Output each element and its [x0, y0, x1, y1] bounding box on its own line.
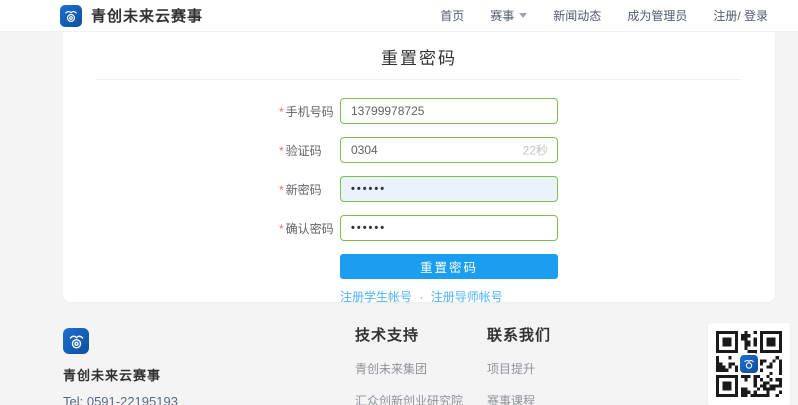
- form-row-phone: *手机号码: [279, 98, 775, 124]
- footer-contact-link-2[interactable]: 赛事课程: [487, 392, 551, 405]
- footer-contact-title: 联系我们: [487, 324, 551, 345]
- phone-label: *手机号码: [279, 103, 340, 120]
- form-row-captcha: *验证码 22秒: [279, 137, 775, 163]
- footer: 青创未来云赛事 Tel: 0591-22195193 技术支持 青创未来集团 汇…: [0, 302, 798, 405]
- brand-name: 青创未来云赛事: [91, 5, 203, 26]
- nav-become-admin[interactable]: 成为管理员: [627, 7, 687, 24]
- captcha-label: *验证码: [279, 142, 340, 159]
- footer-brand: 青创未来云赛事 Tel: 0591-22195193: [63, 328, 178, 405]
- nav-register-login[interactable]: 注册/ 登录: [713, 7, 768, 24]
- confirm-password-label: *确认密码: [279, 220, 340, 237]
- form-row-new-password: *新密码: [279, 176, 775, 202]
- top-nav-bar: 青创未来云赛事 首页 赛事 新闻动态 成为管理员 注册/ 登录: [0, 0, 798, 32]
- reset-password-card: 重置密码 *手机号码 *验证码 22秒 *新密码 *确认密码: [63, 32, 775, 302]
- main-nav: 首页 赛事 新闻动态 成为管理员 注册/ 登录: [440, 7, 768, 24]
- page-title: 重置密码: [63, 32, 775, 69]
- footer-contact-link-1[interactable]: 项目提升: [487, 360, 551, 377]
- footer-support-title: 技术支持: [355, 324, 463, 345]
- new-password-input[interactable]: [340, 176, 558, 202]
- footer-contact-column: 联系我们 项目提升 赛事课程: [487, 324, 551, 405]
- footer-brand-name: 青创未来云赛事: [63, 365, 178, 384]
- qr-center-logo-icon: [740, 355, 758, 373]
- footer-support-link-2[interactable]: 汇众创新创业研究院: [355, 392, 463, 405]
- confirm-password-input[interactable]: [340, 215, 558, 241]
- nav-home[interactable]: 首页: [440, 7, 464, 24]
- form-row-confirm-password: *确认密码: [279, 215, 775, 241]
- nav-events[interactable]: 赛事: [490, 7, 527, 24]
- nav-news[interactable]: 新闻动态: [553, 7, 601, 24]
- chevron-down-icon: [519, 13, 527, 18]
- phone-input[interactable]: [340, 98, 558, 124]
- footer-logo-icon: [63, 328, 89, 354]
- footer-support-link-1[interactable]: 青创未来集团: [355, 360, 463, 377]
- captcha-input[interactable]: [340, 137, 558, 163]
- footer-support-column: 技术支持 青创未来集团 汇众创新创业研究院: [355, 324, 463, 405]
- required-asterisk: *: [279, 222, 284, 236]
- reset-password-button[interactable]: 重置密码: [340, 254, 558, 279]
- new-password-label: *新密码: [279, 181, 340, 198]
- brand-logo[interactable]: 青创未来云赛事: [60, 5, 203, 27]
- title-divider: [96, 79, 742, 80]
- required-asterisk: *: [279, 105, 284, 119]
- page-body: 重置密码 *手机号码 *验证码 22秒 *新密码 *确认密码: [0, 32, 798, 405]
- brand-logo-icon: [60, 5, 82, 27]
- required-asterisk: *: [279, 183, 284, 197]
- qr-code: [708, 323, 790, 405]
- footer-telephone: Tel: 0591-22195193: [63, 394, 178, 405]
- required-asterisk: *: [279, 144, 284, 158]
